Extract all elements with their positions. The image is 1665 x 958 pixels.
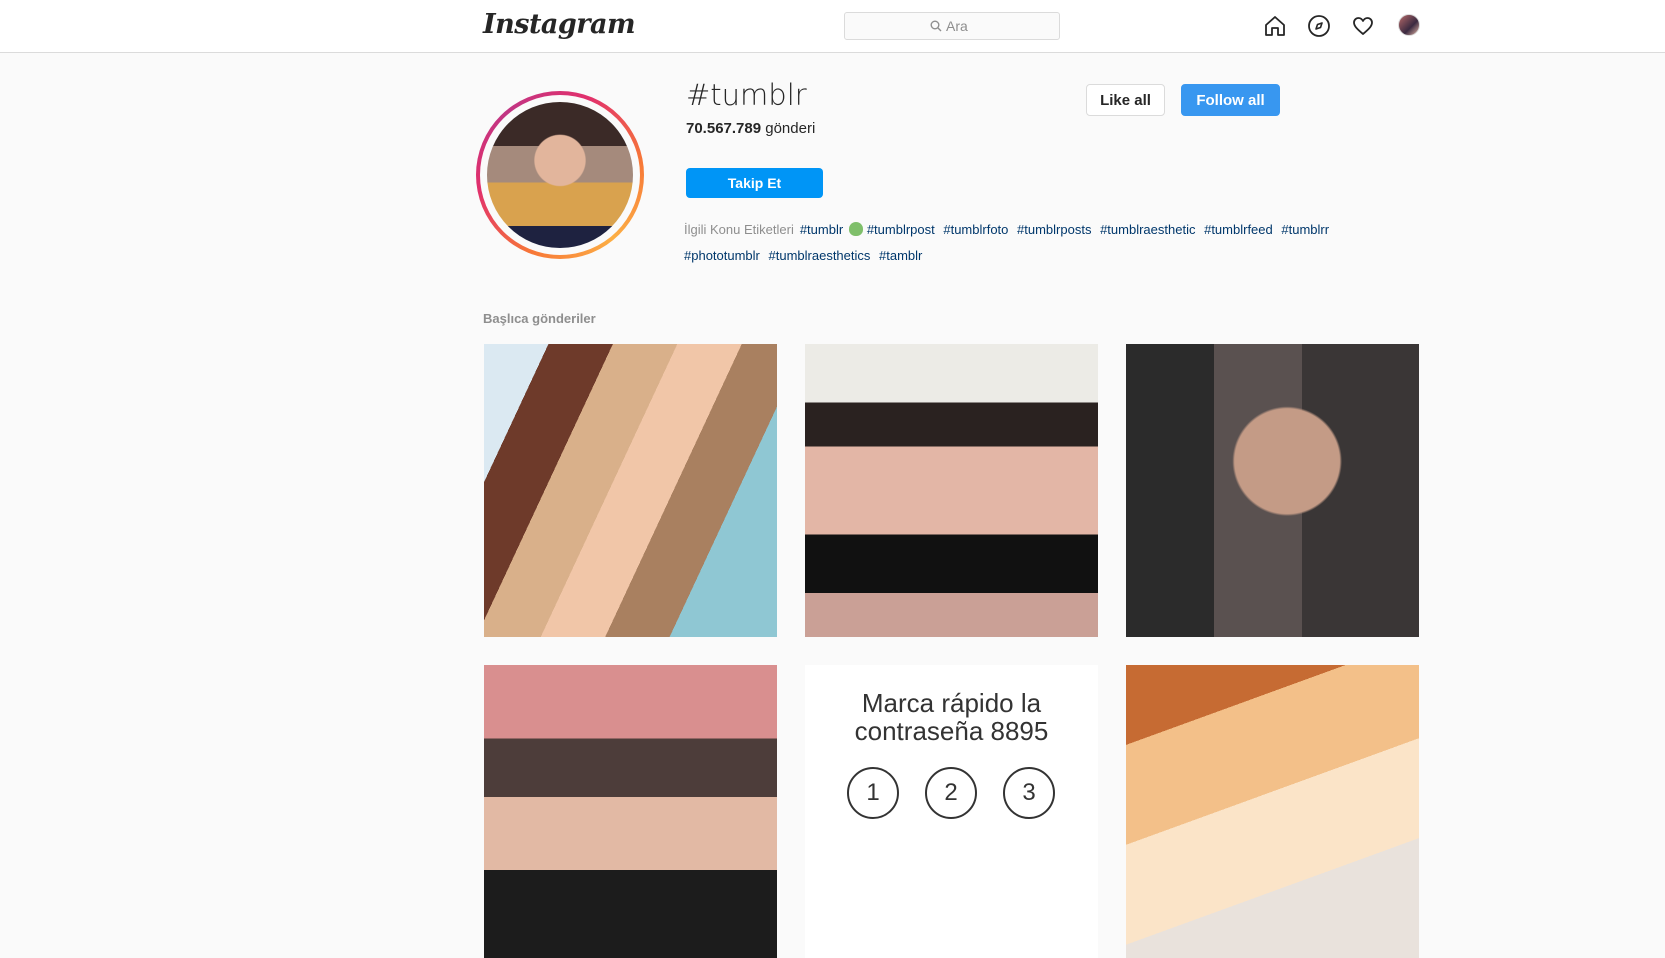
home-icon[interactable] xyxy=(1262,13,1288,39)
search-input[interactable] xyxy=(946,17,1046,35)
post-count-suffix: gönderi xyxy=(765,120,816,137)
search-icon xyxy=(930,20,942,32)
search-box[interactable] xyxy=(844,12,1060,40)
hashtag-avatar xyxy=(487,102,633,248)
related-tag[interactable]: #tumblr xyxy=(800,222,843,237)
related-tag[interactable]: #tumblraesthetic xyxy=(1100,222,1195,237)
hashtag-avatar-ring xyxy=(476,91,644,259)
top-navbar: Instagram xyxy=(0,0,1665,53)
related-tag[interactable]: #tamblr xyxy=(879,248,922,263)
follow-all-button[interactable]: Follow all xyxy=(1181,84,1280,116)
keypad-digit: 1 xyxy=(847,767,899,819)
related-tag[interactable]: #tumblrfeed xyxy=(1204,222,1273,237)
post-caption-line: contraseña 8895 xyxy=(854,716,1049,746)
post-thumbnail[interactable] xyxy=(484,344,777,637)
alien-emoji-icon xyxy=(849,222,864,236)
post-count: 70.567.789 gönderi xyxy=(686,120,815,137)
follow-hashtag-button[interactable]: Takip Et xyxy=(686,168,823,198)
post-thumbnail[interactable] xyxy=(1126,344,1419,637)
top-posts-title: Başlıca gönderiler xyxy=(483,311,596,326)
avatar-ring-gap xyxy=(480,95,640,255)
post-caption-line: Marca rápido la xyxy=(861,688,1042,718)
related-tags: İlgili Konu Etiketleri #tumblr #tumblrpos… xyxy=(684,217,1364,269)
post-thumbnail[interactable]: Marca rápido la contraseña 8895 1 2 3 xyxy=(805,665,1098,958)
instagram-logo[interactable]: Instagram xyxy=(483,9,636,40)
related-tag[interactable]: #tumblrr xyxy=(1281,222,1329,237)
keypad-digit: 2 xyxy=(925,767,977,819)
related-tag[interactable]: #phototumblr xyxy=(684,248,760,263)
related-tags-label: İlgili Konu Etiketleri xyxy=(684,222,794,237)
related-tag[interactable]: #tumblrpost xyxy=(867,222,935,237)
post-thumbnail[interactable] xyxy=(805,344,1098,637)
like-all-button[interactable]: Like all xyxy=(1086,84,1165,116)
explore-icon[interactable] xyxy=(1306,13,1332,39)
post-count-number: 70.567.789 xyxy=(686,120,762,137)
related-tag[interactable]: #tumblrposts xyxy=(1017,222,1091,237)
related-tag[interactable]: #tumblrfoto xyxy=(943,222,1008,237)
post-thumbnail[interactable] xyxy=(1126,665,1419,958)
post-thumbnail[interactable] xyxy=(484,665,777,958)
hashtag-title: #tumblr xyxy=(686,78,807,112)
profile-avatar[interactable] xyxy=(1398,14,1420,36)
heart-icon[interactable] xyxy=(1350,13,1376,39)
post-caption: Marca rápido la contraseña 8895 xyxy=(805,689,1098,745)
related-tag[interactable]: #tumblraesthetics xyxy=(769,248,871,263)
keypad-digit: 3 xyxy=(1003,767,1055,819)
